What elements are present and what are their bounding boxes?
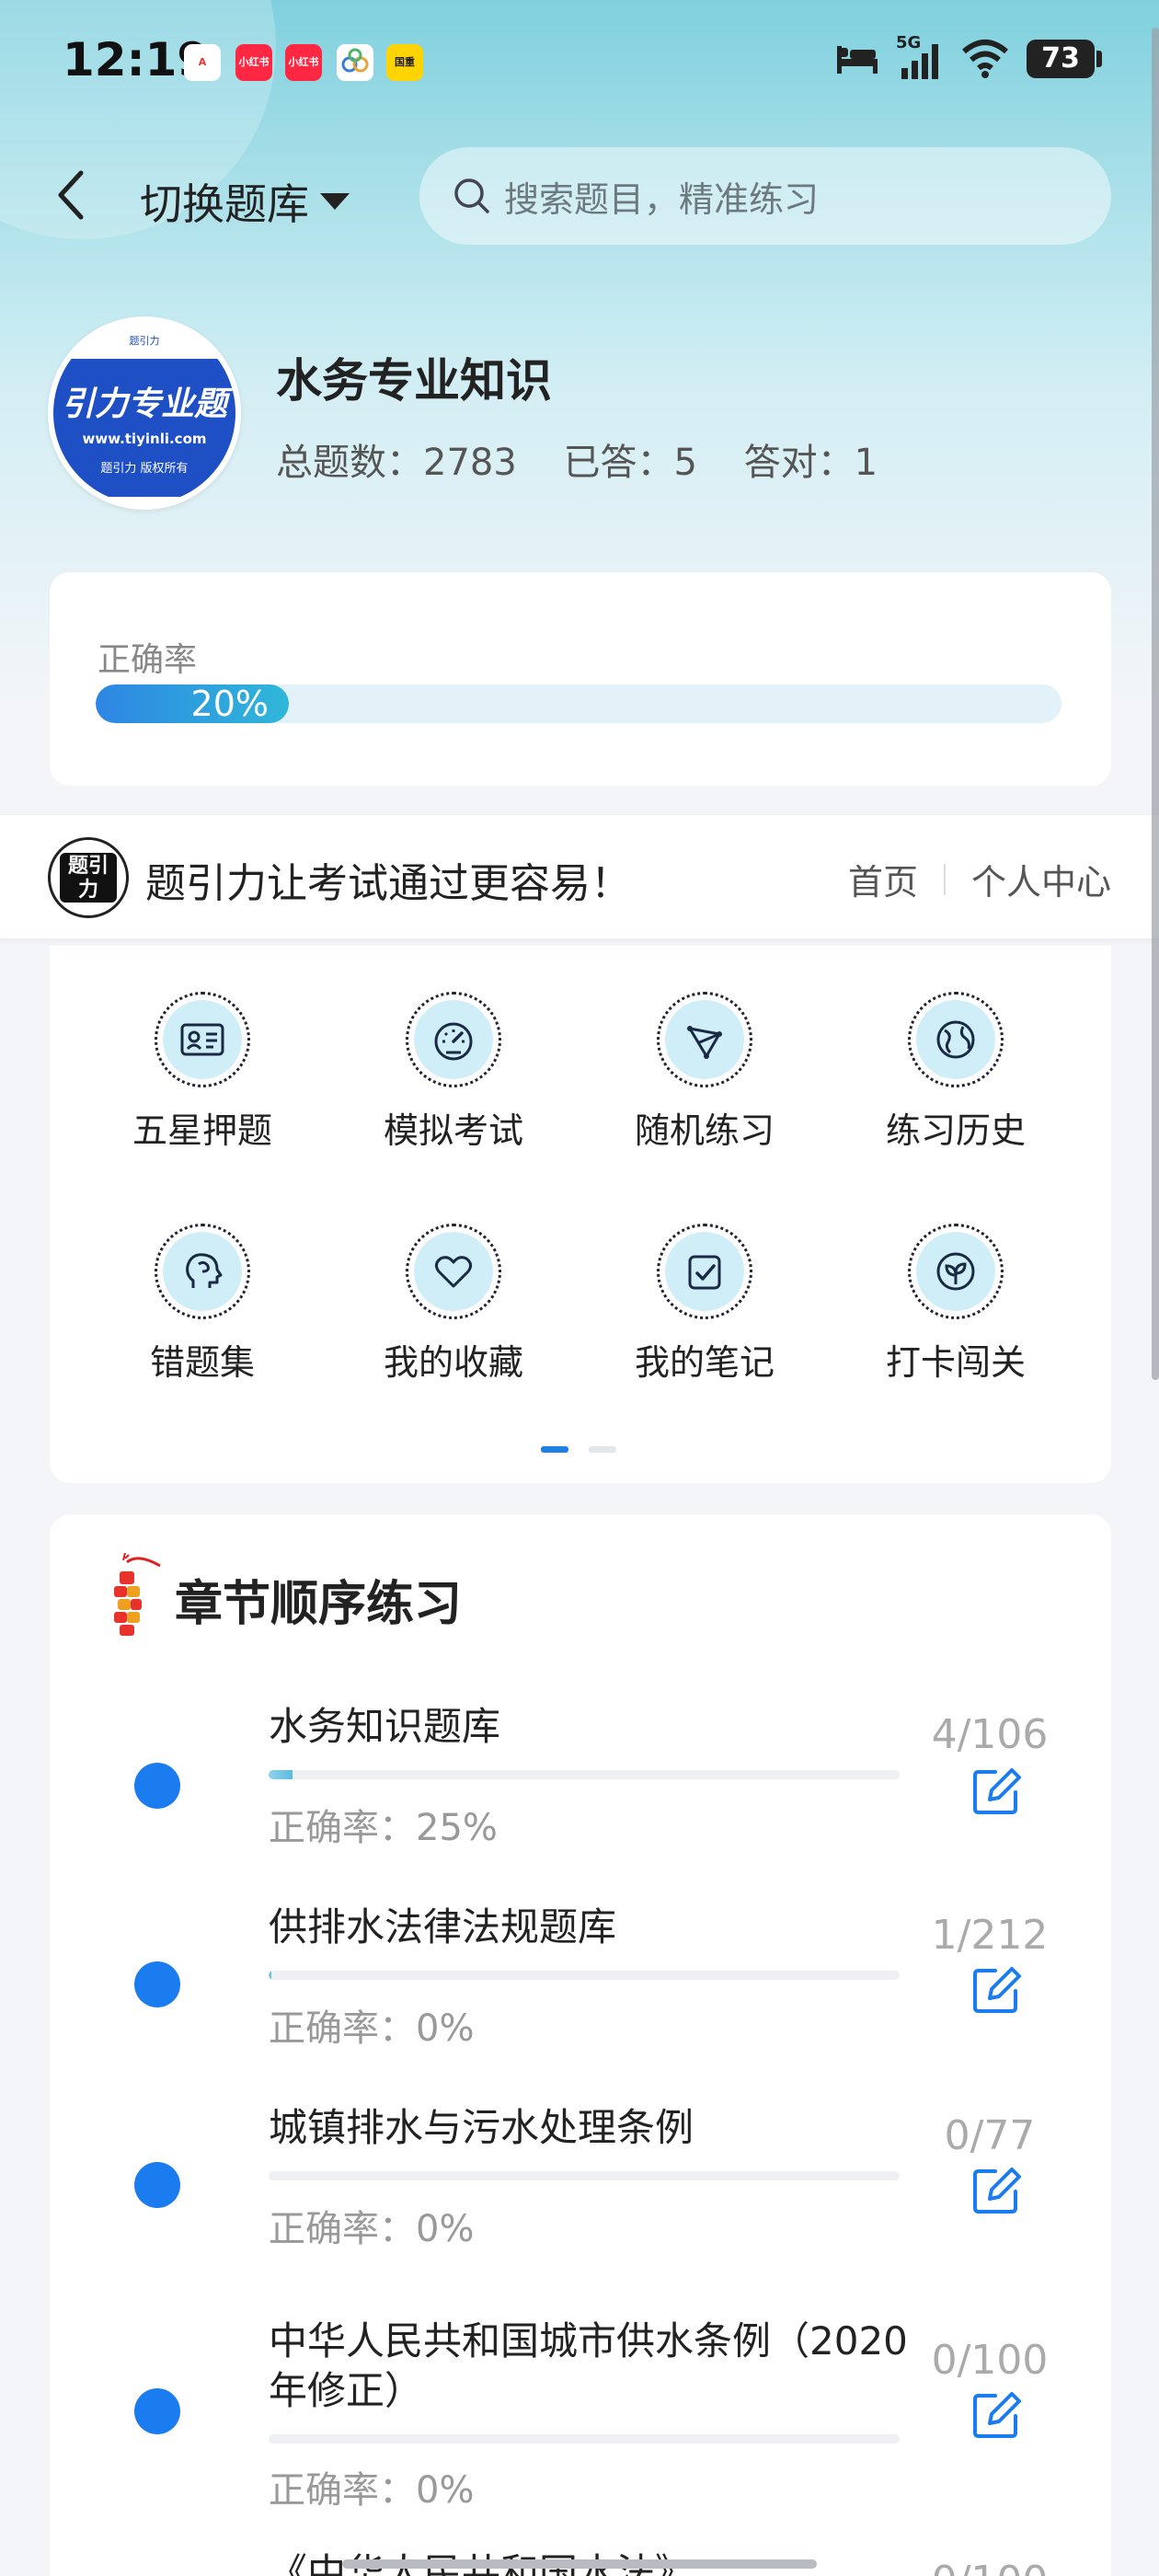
firecracker-icon xyxy=(114,1553,161,1636)
wifi-icon xyxy=(962,40,1008,78)
bank-stats: 总题数：2783 已答：5 答对：1 xyxy=(276,432,912,486)
status-bar: 12:19 A 小红书 小红书 国重 5G 73 xyxy=(0,0,1159,125)
chapter-count: 0/100 xyxy=(931,2337,1049,2384)
chapter-progress-bar xyxy=(269,1770,900,1779)
accuracy-label: 正确率 xyxy=(98,641,198,679)
feature-grid: 五星押题 模拟考试 随机练习 练习历史 错题集 我的收藏 我的笔记 打卡闯关 xyxy=(50,946,1111,1483)
gauge-icon xyxy=(434,1022,473,1061)
bank-title: 水务专业知识 xyxy=(276,354,552,408)
accuracy-progress-fill: 20% xyxy=(96,684,289,723)
random-icon xyxy=(687,1026,722,1059)
edit-icon[interactable] xyxy=(968,2162,1025,2219)
chapter-count: 0/77 xyxy=(944,2112,1036,2159)
heart-icon xyxy=(434,1256,473,1288)
app-notification-icon: 国重 xyxy=(386,44,423,81)
page-indicator xyxy=(541,1446,616,1453)
nav-home-link[interactable]: 首页 xyxy=(848,854,918,904)
feature-random-practice[interactable]: 随机练习 xyxy=(603,992,806,1153)
chapter-accuracy: 正确率：25% xyxy=(269,1807,498,1849)
xiaohongshu-icon: 小红书 xyxy=(235,44,272,81)
chapter-bullet xyxy=(134,1763,180,1809)
total-count: 总题数：2783 xyxy=(276,442,517,484)
chapter-name: 城镇排水与污水处理条例 xyxy=(269,2105,694,2150)
bed-icon xyxy=(837,46,878,74)
chapter-bullet xyxy=(134,1961,180,2007)
feature-my-notes[interactable]: 我的笔记 xyxy=(603,1224,806,1385)
id-card-icon xyxy=(180,1023,224,1056)
app-notification-icon: A xyxy=(184,44,221,81)
chapter-name: 供排水法律法规题库 xyxy=(269,1904,617,1949)
chapter-bullet xyxy=(134,2162,180,2208)
answered-count: 已答：5 xyxy=(563,442,697,484)
feature-checkin-challenge[interactable]: 打卡闯关 xyxy=(855,1224,1057,1385)
search-input[interactable]: 搜索题目，精准练习 xyxy=(419,147,1111,245)
chapter-practice-card: 章节顺序练习 水务知识题库 正确率：25% 4/106 供排水法律法规题库 正确… xyxy=(50,1514,1111,2576)
chapter-progress-bar xyxy=(269,2434,900,2444)
feature-mock-exam[interactable]: 模拟考试 xyxy=(352,992,555,1153)
chapter-accuracy: 正确率：0% xyxy=(269,2007,475,2050)
switch-bank-dropdown[interactable]: 切换题库 xyxy=(140,171,350,232)
edit-icon[interactable] xyxy=(968,1763,1025,1820)
chapter-name: 中华人民共和国城市供水条例（2020 年修正） xyxy=(269,2318,908,2413)
chapter-name: 水务知识题库 xyxy=(269,1704,501,1749)
nav-profile-link[interactable]: 个人中心 xyxy=(971,854,1111,904)
head-icon xyxy=(186,1253,223,1288)
battery-icon: 73 xyxy=(1027,40,1102,78)
home-indicator[interactable] xyxy=(342,2559,817,2569)
app-notification-icon xyxy=(337,44,373,81)
slogan-bar: 题引力 题引力让考试通过更容易！ 首页 个人中心 xyxy=(0,815,1159,938)
chapter-accuracy: 正确率：0% xyxy=(269,2469,475,2512)
chapter-count: 0/100 xyxy=(916,2558,1063,2576)
search-icon xyxy=(454,178,489,213)
feature-wrong-questions[interactable]: 错题集 xyxy=(101,1224,304,1385)
back-arrow-icon[interactable] xyxy=(53,167,90,223)
slogan-text: 题引力让考试通过更容易！ xyxy=(145,860,631,907)
correct-count: 答对：1 xyxy=(743,442,878,484)
feature-wuxing-yati[interactable]: 五星押题 xyxy=(101,992,304,1153)
bank-logo: 题引力 引力专业题 www.tiyinli.com 题引力 版权所有 xyxy=(48,316,241,510)
note-check-icon xyxy=(688,1255,721,1290)
nav-divider xyxy=(943,863,946,895)
chapter-count: 4/106 xyxy=(931,1711,1049,1758)
chapter-section-title: 章节顺序练习 xyxy=(175,1576,463,1632)
signal-icon: 5G xyxy=(896,33,944,81)
search-placeholder: 搜索题目，精准练习 xyxy=(504,178,820,220)
chapter-progress-bar xyxy=(269,1971,900,1980)
accuracy-progress-bar: 20% xyxy=(96,684,1061,723)
accuracy-card: 正确率 20% xyxy=(50,572,1111,786)
sprout-icon xyxy=(936,1252,975,1291)
edit-icon[interactable] xyxy=(968,1961,1025,2018)
globe-icon xyxy=(936,1020,975,1059)
edit-icon[interactable] xyxy=(968,2386,1025,2444)
caret-down-icon xyxy=(320,193,350,210)
chapter-bullet xyxy=(134,2388,180,2434)
switch-bank-label: 切换题库 xyxy=(140,179,309,229)
chapter-accuracy: 正确率：0% xyxy=(269,2208,475,2250)
feature-practice-history[interactable]: 练习历史 xyxy=(855,992,1057,1153)
tiyinli-logo: 题引力 xyxy=(48,837,129,918)
xiaohongshu-icon: 小红书 xyxy=(285,44,322,81)
feature-favorites[interactable]: 我的收藏 xyxy=(352,1224,555,1385)
scrollbar[interactable] xyxy=(1152,28,1159,1380)
chapter-count: 1/212 xyxy=(931,1912,1049,1959)
chapter-progress-bar xyxy=(269,2171,900,2180)
